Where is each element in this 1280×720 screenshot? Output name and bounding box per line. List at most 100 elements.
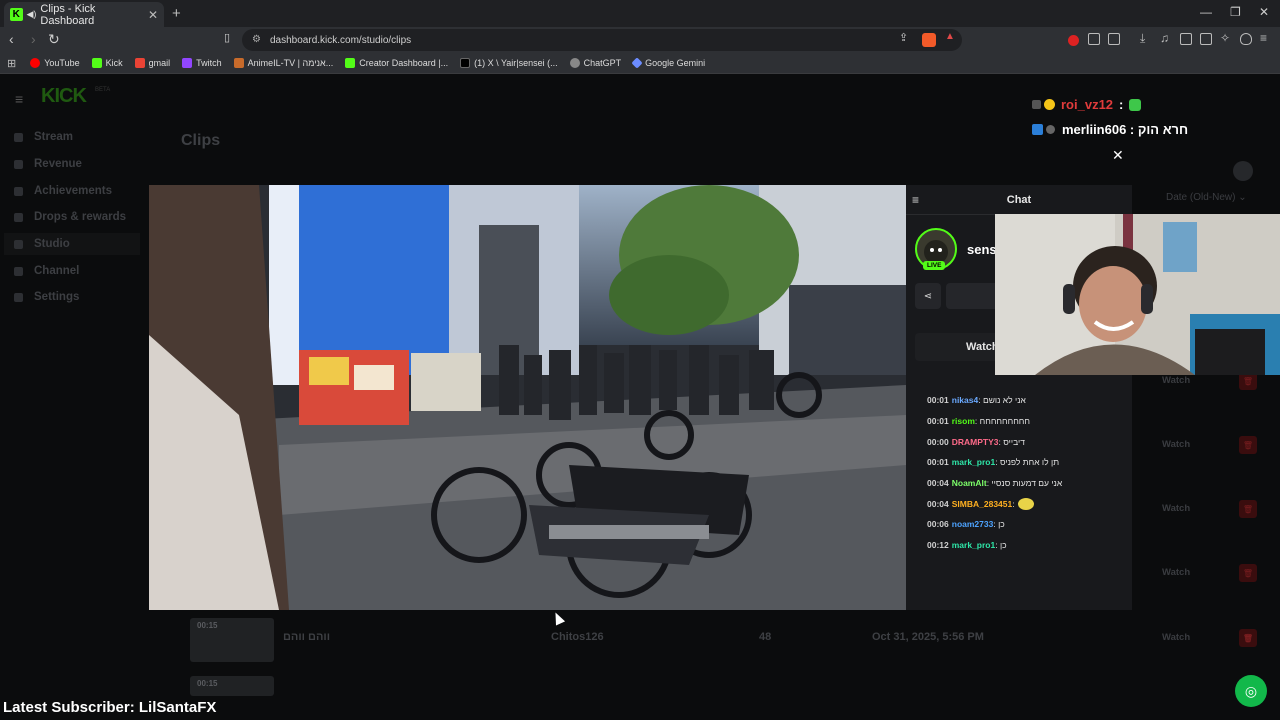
- url-bar[interactable]: ⚙ dashboard.kick.com/studio/clips: [242, 29, 962, 51]
- sidebar-item-stream[interactable]: Stream: [14, 131, 73, 143]
- headset-icon: ◎: [1244, 682, 1258, 699]
- extensions-icon[interactable]: [1088, 33, 1100, 45]
- chat-message: 00:06 noam2733: כן: [927, 519, 1005, 530]
- beta-label: BETA: [95, 87, 111, 93]
- restore-icon[interactable]: ❐: [1230, 5, 1241, 19]
- live-badge: LIVE: [923, 261, 946, 270]
- clip-duration: 00:15: [197, 679, 218, 688]
- clip-thumbnail[interactable]: 00:15: [190, 618, 274, 662]
- chat-message: 00:00 DRAMPTY3: דיבייס: [927, 436, 1025, 447]
- bookmark-twitch[interactable]: Twitch: [182, 58, 222, 68]
- bookmark-creator-dashboard[interactable]: Creator Dashboard |...: [345, 58, 448, 68]
- watch-link[interactable]: Watch: [1162, 632, 1190, 643]
- share-icon[interactable]: ⇪: [899, 31, 908, 44]
- brave-shield-icon[interactable]: [922, 33, 936, 47]
- page-title: Clips: [181, 132, 221, 149]
- new-tab-icon[interactable]: +: [172, 5, 181, 22]
- mod-badge-icon: [1046, 125, 1055, 134]
- clip-duration: 00:15: [197, 621, 218, 630]
- delete-icon[interactable]: 🗑: [1239, 629, 1257, 647]
- rewards-icon[interactable]: ▲: [945, 31, 955, 42]
- watch-stream-button[interactable]: Watch: [915, 333, 1005, 361]
- user-avatar[interactable]: [1233, 161, 1253, 181]
- forward-icon[interactable]: ›: [31, 31, 36, 47]
- watch-link[interactable]: Watch: [1162, 567, 1190, 578]
- video-frame: [149, 185, 906, 610]
- clip-title: ווהם ווהם: [283, 631, 331, 643]
- address-toolbar: ‹ › ↻ ▯ ⚙ dashboard.kick.com/studio/clip…: [0, 27, 1280, 53]
- bookmark-gemini[interactable]: Google Gemini: [631, 57, 705, 69]
- chat-title: Chat: [1006, 193, 1032, 206]
- bookmark-x[interactable]: (1) X \ Yair|sensei (...: [460, 58, 558, 68]
- watch-link[interactable]: Watch: [1162, 503, 1190, 514]
- sub-badge-icon: [1032, 124, 1043, 135]
- wallet-icon[interactable]: [1200, 33, 1212, 45]
- sidebar-item-studio[interactable]: Studio: [4, 233, 140, 255]
- sidebar-item-revenue[interactable]: Revenue: [14, 158, 82, 170]
- download-icon[interactable]: ⤓: [1140, 31, 1152, 45]
- sidebar-item-achievements[interactable]: Achievements: [14, 185, 112, 197]
- watch-link[interactable]: Watch: [1162, 439, 1190, 450]
- delete-icon[interactable]: 🗑: [1239, 500, 1257, 518]
- latest-subscriber-overlay: Latest Subscriber: LilSantaFX: [3, 699, 217, 716]
- clip-date: Oct 31, 2025, 5:56 PM: [872, 631, 984, 643]
- sidebar-toggle-icon[interactable]: [1180, 33, 1192, 45]
- chat-message: 00:01 risom: חחחחחחחחח: [927, 416, 1030, 427]
- trophy-icon: [14, 186, 23, 196]
- bookmark-chatgpt[interactable]: ChatGPT: [569, 58, 621, 68]
- tab-title: Clips - Kick Dashboard: [40, 2, 96, 27]
- clip-creator: Chitos126: [551, 631, 604, 643]
- delete-icon[interactable]: 🗑: [1239, 564, 1257, 582]
- apps-grid-icon[interactable]: ⊞: [7, 57, 16, 70]
- chat-header: ≡ Chat: [906, 185, 1132, 215]
- minimize-icon[interactable]: —: [1200, 5, 1212, 19]
- close-window-icon[interactable]: ✕: [1259, 5, 1269, 19]
- revenue-icon: [14, 159, 23, 169]
- bookmark-youtube[interactable]: YouTube: [30, 58, 80, 68]
- close-modal-icon[interactable]: ✕: [1112, 147, 1124, 164]
- bookmark-kick[interactable]: Kick: [91, 58, 123, 68]
- bookmark-gmail[interactable]: gmail: [134, 58, 170, 68]
- browser-tab[interactable]: K ◀) Clips - Kick Dashboard ✕: [4, 2, 164, 27]
- menu-icon[interactable]: ≡: [1260, 31, 1272, 45]
- sidebar-item-channel[interactable]: Channel: [14, 265, 79, 277]
- studio-icon: [14, 239, 23, 249]
- share-button[interactable]: ⋖: [915, 283, 941, 309]
- support-chat-button[interactable]: ◎: [1235, 675, 1267, 707]
- collapse-chat-icon[interactable]: ≡: [912, 193, 919, 207]
- mod-badge-icon: [1032, 100, 1041, 109]
- table-row[interactable]: 00:15 ווהם ווהם Chitos126 48 Oct 31, 202…: [181, 615, 1271, 665]
- close-tab-icon[interactable]: ✕: [148, 8, 158, 22]
- delete-icon[interactable]: 🗑: [1239, 436, 1257, 454]
- bookmark-icon[interactable]: ▯: [224, 31, 230, 44]
- kick-logo[interactable]: KICK: [41, 85, 87, 108]
- leo-ai-icon[interactable]: ✧: [1220, 31, 1232, 45]
- watch-link[interactable]: Watch: [1162, 375, 1190, 386]
- reload-icon[interactable]: ↻: [48, 31, 60, 48]
- browser-titlebar: K ◀) Clips - Kick Dashboard ✕ + — ❐ ✕: [0, 0, 1280, 27]
- clip-video-player[interactable]: [149, 185, 906, 610]
- hamburger-icon[interactable]: ≡: [15, 91, 23, 107]
- speaker-icon: ◀): [26, 9, 37, 19]
- bookmarks-bar: ⊞ YouTube Kick gmail Twitch AnimeIL-TV |…: [0, 53, 1280, 74]
- chat-message: 00:04 NoamAlt: אני עם דמעות סנסיי: [927, 478, 1063, 489]
- back-icon[interactable]: ‹: [9, 31, 14, 47]
- vpn-icon[interactable]: [1240, 33, 1252, 45]
- site-settings-icon[interactable]: ⚙: [252, 34, 261, 45]
- bookmark-animeil[interactable]: AnimeIL-TV | אנימה...: [233, 58, 333, 68]
- webcam-frame: [995, 214, 1280, 375]
- screenshot-icon[interactable]: [1108, 33, 1120, 45]
- channel-name[interactable]: sens: [967, 242, 997, 257]
- webcam-overlay: [995, 214, 1280, 375]
- sidebar-item-drops-rewards[interactable]: Drops & rewards: [14, 211, 126, 223]
- sort-select[interactable]: Date (Old-New) ⌄: [1166, 192, 1247, 203]
- music-icon[interactable]: ♫: [1160, 31, 1172, 45]
- sidebar-item-settings[interactable]: Settings: [14, 291, 79, 303]
- gift-icon: [14, 212, 23, 222]
- emote-icon: [1129, 98, 1142, 111]
- gift-badge-icon: [1044, 99, 1055, 110]
- opera-icon[interactable]: [1068, 35, 1079, 46]
- share-icon: ⋖: [923, 290, 933, 302]
- chat-message: 00:01 nikas4: אני לא נושם: [927, 395, 1026, 406]
- clip-thumbnail[interactable]: 00:15: [190, 676, 274, 696]
